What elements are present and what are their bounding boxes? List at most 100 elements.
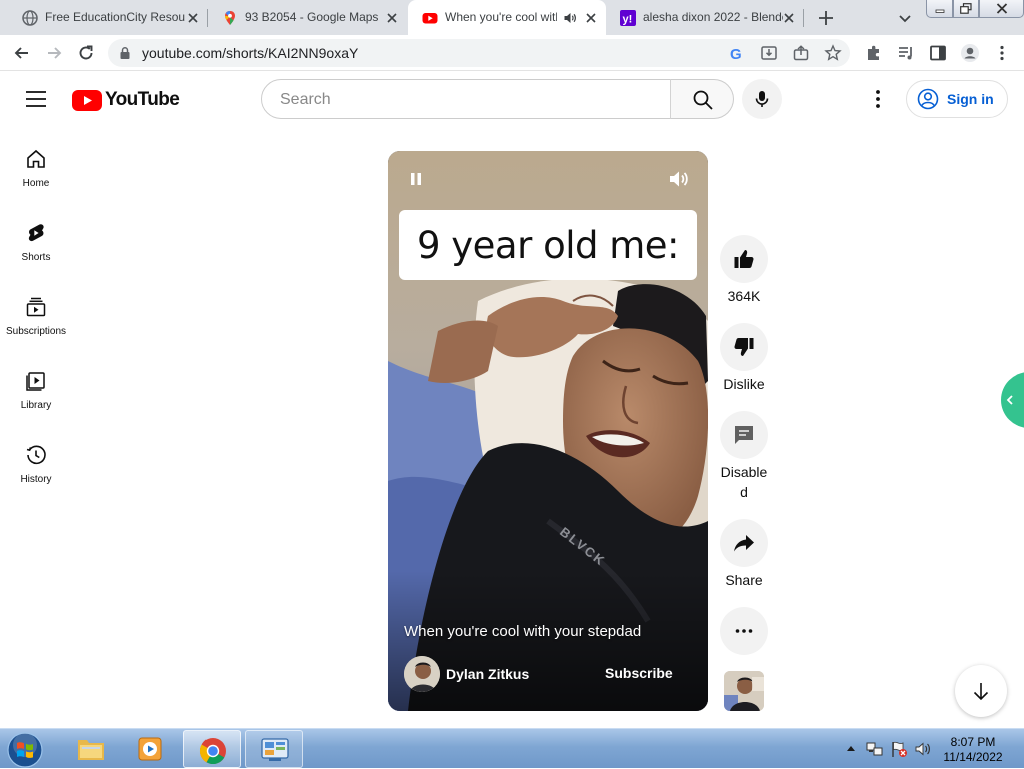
comments-button[interactable]: [720, 411, 768, 459]
windows-start-icon[interactable]: [6, 731, 44, 769]
volume-icon[interactable]: [668, 169, 690, 189]
sound-thumbnail-image: [724, 671, 764, 711]
share-page-icon[interactable]: [792, 44, 810, 62]
tab-google-maps[interactable]: 93 B2054 - Google Maps: [208, 0, 407, 35]
more-horizontal-icon: [735, 629, 753, 633]
google-translate-icon[interactable]: G: [728, 44, 746, 62]
install-app-icon[interactable]: [760, 44, 778, 62]
taskbar-file-explorer[interactable]: [62, 730, 120, 768]
guide-label: Subscriptions: [5, 326, 67, 337]
new-tab-icon[interactable]: [816, 8, 836, 28]
close-icon[interactable]: [186, 11, 200, 25]
close-icon[interactable]: [782, 11, 796, 25]
guide-item-subscriptions[interactable]: Subscriptions: [0, 296, 72, 370]
close-window-button[interactable]: [979, 0, 1024, 18]
like-button[interactable]: [720, 235, 768, 283]
sound-thumbnail[interactable]: [724, 671, 764, 711]
tab-youtube-short[interactable]: When you're cool with your stepdad: [408, 0, 606, 35]
comments-label-line1: Disable: [720, 464, 768, 480]
taskbar-clock[interactable]: 8:07 PM 11/14/2022: [938, 735, 1008, 765]
media-player-icon: [138, 737, 162, 761]
action-center-flag-icon[interactable]: [890, 740, 908, 758]
tab-title: alesha dixon 2022 - Blender: [643, 10, 783, 24]
svg-text:G: G: [730, 46, 742, 62]
clock-time: 8:07 PM: [950, 735, 996, 749]
side-panel-icon[interactable]: [928, 43, 948, 63]
dislike-button[interactable]: [720, 323, 768, 371]
taskbar-chrome[interactable]: [183, 730, 241, 768]
maps-pin-icon: [225, 11, 235, 25]
guide-label: Library: [20, 400, 52, 411]
browser-menu-icon[interactable]: [992, 43, 1012, 63]
settings-kebab-icon[interactable]: [866, 87, 890, 111]
chevron-down-icon[interactable]: [896, 9, 914, 27]
share-button[interactable]: [720, 519, 768, 567]
guide-label: Shorts: [21, 252, 51, 263]
minimize-button[interactable]: [926, 0, 953, 18]
yahoo-icon: y!: [620, 10, 636, 26]
url-text: youtube.com/shorts/KAI2NN9oxaY: [142, 45, 359, 61]
close-icon[interactable]: [385, 11, 399, 25]
channel-avatar[interactable]: [404, 656, 440, 692]
tab-title: When you're cool with your stepdad: [445, 10, 557, 24]
guide-item-home[interactable]: Home: [0, 148, 72, 222]
network-icon[interactable]: [866, 740, 884, 758]
pause-icon[interactable]: [408, 171, 424, 187]
restore-button[interactable]: [953, 0, 979, 18]
reload-icon[interactable]: [76, 43, 96, 63]
hamburger-menu-icon[interactable]: [24, 89, 48, 109]
history-icon: [26, 445, 46, 465]
search-button[interactable]: [670, 79, 734, 119]
close-icon[interactable]: [584, 11, 598, 25]
youtube-logo[interactable]: YouTube: [72, 89, 180, 111]
search-input[interactable]: [278, 90, 648, 110]
profile-avatar-icon[interactable]: [960, 43, 980, 63]
next-short-button[interactable]: [955, 665, 1007, 717]
media-control-icon[interactable]: [896, 43, 916, 63]
minimize-icon: [935, 9, 944, 13]
tab-yahoo-search[interactable]: y! alesha dixon 2022 - Blender: [606, 0, 804, 35]
more-actions-button[interactable]: [720, 607, 768, 655]
channel-name[interactable]: Dylan Zitkus: [446, 666, 529, 682]
taskbar-media-player[interactable]: [122, 730, 180, 768]
guide-item-shorts[interactable]: Shorts: [0, 222, 72, 296]
close-icon: [996, 3, 1007, 14]
voice-search-button[interactable]: [742, 79, 782, 119]
volume-tray-icon[interactable]: [914, 740, 932, 758]
account-circle-icon: [917, 88, 939, 110]
lock-icon[interactable]: [118, 46, 132, 60]
youtube-masthead: YouTube Sign in: [0, 71, 1024, 127]
search-box[interactable]: [261, 79, 671, 119]
show-hidden-icons-icon[interactable]: [846, 744, 856, 752]
chevron-left-icon: [1006, 395, 1013, 405]
extensions-puzzle-icon[interactable]: [864, 43, 884, 63]
clock-date: 11/14/2022: [943, 750, 1003, 764]
chrome-icon: [199, 738, 226, 765]
restore-icon: [960, 3, 972, 14]
share-label: Share: [725, 572, 763, 588]
guide-label: History: [20, 474, 52, 485]
shorts-video-player[interactable]: BLVCK 9 year old me: When you're cool wi…: [388, 151, 708, 711]
thumbs-up-icon: [734, 250, 754, 268]
tab-separator: [803, 9, 804, 27]
library-icon: [26, 372, 45, 391]
forward-arrow-icon[interactable]: [44, 43, 64, 63]
address-bar[interactable]: youtube.com/shorts/KAI2NN9oxaY G: [108, 39, 850, 67]
side-panel-handle[interactable]: [1001, 372, 1024, 428]
guide-item-library[interactable]: Library: [0, 370, 72, 444]
guide-item-history[interactable]: History: [0, 444, 72, 518]
folder-icon: [78, 740, 104, 760]
back-arrow-icon[interactable]: [12, 43, 32, 63]
bookmark-star-icon[interactable]: [824, 44, 842, 62]
sign-in-button[interactable]: Sign in: [906, 80, 1008, 118]
speaker-icon[interactable]: [563, 11, 577, 25]
windows-taskbar: 8:07 PM 11/14/2022: [0, 728, 1024, 768]
short-title[interactable]: When you're cool with your stepdad: [404, 623, 641, 640]
microphone-icon: [755, 91, 769, 107]
thumbs-down-icon: [734, 338, 754, 356]
youtube-logo-text: YouTube: [105, 89, 180, 110]
taskbar-control-panel[interactable]: [245, 730, 303, 768]
video-caption-overlay: 9 year old me:: [399, 210, 697, 280]
subscribe-button[interactable]: Subscribe: [605, 665, 673, 681]
tab-educationcity[interactable]: Free EducationCity Resources: [8, 0, 208, 35]
